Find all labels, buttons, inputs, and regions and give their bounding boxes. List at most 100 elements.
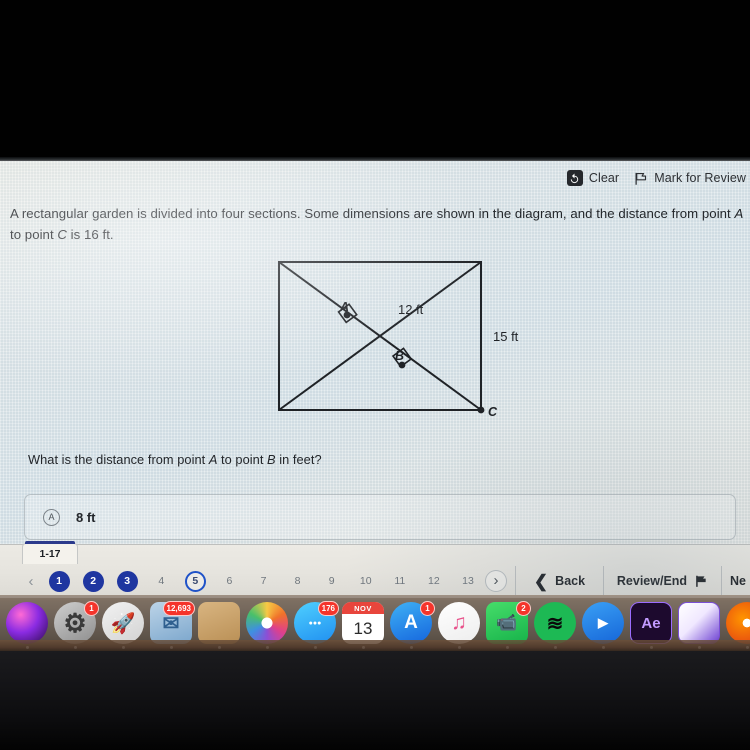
dock-item-11[interactable]: ≋	[534, 602, 576, 649]
review-end-button[interactable]: Review/End	[603, 566, 721, 595]
diagram-dim-diagonal: 12 ft	[398, 302, 424, 317]
pager-item-8[interactable]: 8	[281, 571, 315, 592]
prompt-text-3: in feet?	[275, 452, 322, 467]
dock-item-15[interactable]	[726, 602, 750, 649]
pager-item-3[interactable]: 3	[110, 570, 144, 592]
pager-item-label: 5	[184, 570, 206, 592]
dock-icon-glyph: 📹	[496, 613, 518, 632]
dock-icon-glyph: 🚀	[110, 612, 136, 635]
dock-item-1[interactable]: ⚙ 1	[54, 601, 99, 649]
pager-item-6[interactable]: 6	[212, 571, 246, 592]
pager-item-label: 7	[260, 575, 267, 587]
pager-item-label: 2	[82, 570, 104, 592]
question-pager: ‹ 1 2 3 4 5 6 7 8 9 10 11 12 13 ›	[0, 566, 515, 595]
dock-badge: 1	[84, 601, 99, 616]
dock-item-13[interactable]: Ae	[630, 602, 672, 649]
answer-option-a-letter: A	[43, 508, 60, 526]
garden-diagram: A B C 12 ft 15 ft	[252, 253, 522, 438]
prompt-text-1: What is the distance from point	[28, 452, 209, 467]
pager-item-10[interactable]: 10	[349, 571, 383, 592]
question-range-tab-label: 1-17	[39, 548, 61, 560]
diagram-dim-right-side: 15 ft	[493, 329, 519, 344]
dock-badge: 12,693	[162, 601, 195, 616]
pager-item-9[interactable]: 9	[315, 571, 349, 592]
pager-item-2[interactable]: 2	[76, 570, 110, 592]
question-toolbar: Clear Mark for Review	[566, 170, 746, 186]
pager-item-13[interactable]: 13	[451, 571, 485, 592]
pager-item-7[interactable]: 7	[246, 571, 280, 592]
diagram-label-c: C	[488, 405, 498, 419]
dock-icon-glyph: ♫	[451, 611, 467, 634]
screenshot-root: Clear Mark for Review A rectangular gard…	[0, 0, 750, 750]
pager-item-4[interactable]: 4	[144, 571, 178, 592]
pager-item-label: 9	[328, 575, 335, 587]
test-app-screen: Clear Mark for Review A rectangular gard…	[0, 161, 750, 595]
dock-item-3[interactable]: ✉ 12,693	[150, 601, 195, 649]
pager-item-label: 10	[359, 575, 372, 587]
navigation-actions: ❮ Back Review/End Ne	[515, 566, 750, 595]
dock-icon-glyph: ≋	[546, 612, 564, 635]
question-range-tab[interactable]: 1-17	[22, 541, 78, 564]
clear-button[interactable]: Clear	[566, 170, 620, 186]
dock-item-8[interactable]: A1	[390, 601, 435, 649]
dock-icon-glyph: A	[404, 612, 418, 633]
stem-text-3: is 16 ft.	[66, 227, 114, 243]
mark-for-review-button[interactable]: Mark for Review	[633, 171, 746, 186]
clear-button-label: Clear	[588, 171, 620, 185]
diagram-label-b: B	[395, 349, 405, 363]
zoom-icon: ▶	[582, 602, 624, 644]
stem-text-2: to point	[10, 227, 58, 243]
dock-badge: 1	[420, 601, 435, 616]
dock-item-4[interactable]	[198, 602, 240, 649]
flag-icon	[635, 172, 647, 185]
premiere-rush-icon	[678, 602, 720, 644]
laptop-bezel-top	[0, 0, 750, 160]
pager-item-1[interactable]: 1	[42, 570, 76, 592]
dock-item-6[interactable]: ●●● 176	[294, 601, 339, 649]
garden-diagram-svg	[278, 261, 485, 414]
dock-item-10[interactable]: 📹 2	[486, 601, 531, 649]
calendar-month-label: NOV	[342, 602, 384, 614]
pager-prev-arrow[interactable]: ‹	[20, 573, 42, 590]
dock-item-5[interactable]	[246, 602, 288, 649]
pager-item-12[interactable]: 12	[417, 571, 451, 592]
next-button[interactable]: Ne	[721, 566, 750, 595]
desk-surface-shadow	[0, 651, 750, 750]
question-prompt: What is the distance from point A to poi…	[28, 452, 322, 467]
mark-for-review-label: Mark for Review	[654, 171, 746, 185]
spotify-icon: ≋	[534, 602, 576, 644]
after-effects-icon: Ae	[630, 602, 672, 644]
chevron-left-icon: ❮	[533, 571, 549, 591]
dock-item-14[interactable]	[678, 602, 720, 649]
undo-circular-arrow-icon	[566, 170, 583, 186]
pager-item-label: 12	[428, 575, 440, 587]
pager-item-label: 4	[158, 575, 165, 587]
pager-item-label: 11	[394, 575, 406, 587]
dock-item-9[interactable]: ♫	[438, 602, 480, 649]
answer-option-a[interactable]: A 8 ft	[24, 494, 736, 540]
prompt-text-2: to point	[217, 452, 268, 467]
dock-item-0[interactable]	[6, 602, 48, 649]
calendar-icon: NOV 13	[342, 602, 384, 644]
pager-item-5[interactable]: 5	[178, 570, 212, 592]
stem-point-a: A	[734, 206, 744, 221]
itunes-icon: ♫	[438, 602, 480, 644]
question-navigation-bar: 1-17 ‹ 1 2 3 4 5 6 7 8 9 10 11 12 13 › ❮ Back Review/…	[0, 541, 750, 595]
pager-item-label: 6	[226, 575, 233, 587]
dock-icon-glyph: ●●●	[308, 619, 322, 627]
next-button-label: Ne	[730, 574, 746, 588]
pager-item-label: 13	[462, 575, 474, 587]
stem-text-1: A rectangular garden is divided into fou…	[10, 206, 735, 221]
dock-badge: 2	[516, 601, 531, 616]
siri-icon	[6, 602, 48, 644]
dock-item-12[interactable]: ▶	[582, 602, 624, 649]
pager-item-11[interactable]: 11	[383, 571, 417, 592]
back-button[interactable]: ❮ Back	[515, 566, 603, 595]
dock-item-2[interactable]: 🚀	[102, 602, 144, 649]
answer-option-a-text: 8 ft	[76, 509, 96, 525]
pager-item-label: 3	[116, 570, 138, 592]
firefox-icon	[726, 602, 750, 644]
review-end-button-label: Review/End	[616, 574, 688, 588]
dock-item-7[interactable]: NOV 13	[342, 602, 384, 649]
pager-next-arrow[interactable]: ›	[485, 570, 508, 592]
